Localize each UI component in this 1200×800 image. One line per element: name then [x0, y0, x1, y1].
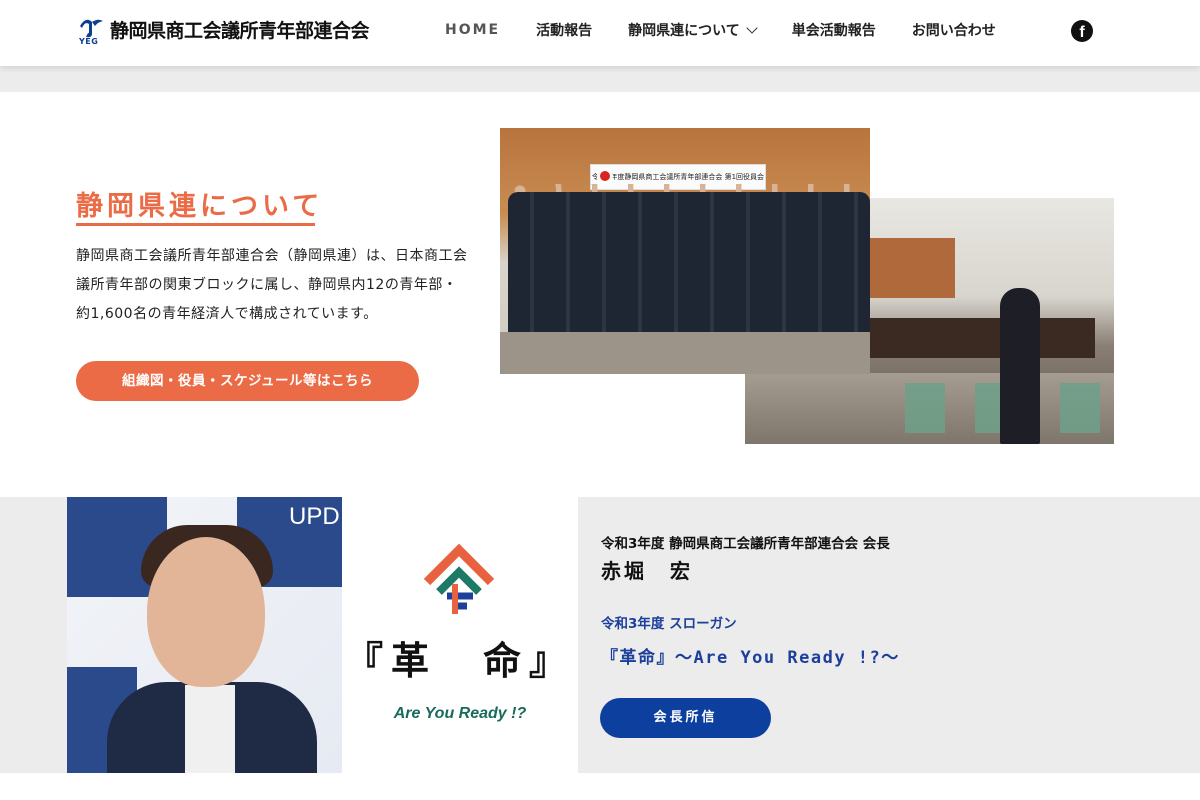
- main-nav: HOME 活動報告 静岡県連について 単会活動報告 お問い合わせ: [445, 20, 1032, 40]
- about-title: 静岡県連について: [76, 191, 324, 222]
- chairman-role: 令和3年度 静岡県商工会議所青年部連合会 会長: [601, 536, 890, 552]
- logo-yeg-text: YEG: [79, 37, 99, 46]
- organization-details-button[interactable]: 組織図・役員・スケジュール等はこちら: [76, 361, 419, 401]
- site-header: YEG 静岡県商工会議所青年部連合会 HOME 活動報告 静岡県連について 単会…: [0, 0, 1200, 66]
- next-section-edge: [0, 773, 1200, 800]
- site-logo[interactable]: YEG 静岡県商工会議所青年部連合会: [78, 16, 370, 47]
- nav-about-label: 静岡県連について: [628, 23, 740, 39]
- kakumei-subtitle: Are You Ready !?: [393, 705, 527, 722]
- group-photo: 令和3年度静岡県商工会議所青年部連合会 第1回役員会: [500, 128, 870, 374]
- site-title: 静岡県商工会議所青年部連合会: [110, 19, 370, 42]
- chairman-policy-button[interactable]: 会長所信: [600, 698, 771, 738]
- nav-home[interactable]: HOME: [445, 22, 500, 38]
- kakumei-title: 『革 命』: [344, 638, 575, 683]
- chevron-down-icon: [746, 21, 758, 34]
- about-description: 静岡県商工会議所青年部連合会（静岡県連）は、日本商工会議所青年部の関東ブロックに…: [76, 248, 468, 322]
- nav-contact[interactable]: お問い合わせ: [912, 20, 996, 40]
- facebook-icon[interactable]: f: [1071, 20, 1093, 42]
- slogan-text: 『革命』〜Are You Ready !?〜: [601, 648, 900, 668]
- nav-local-report[interactable]: 単会活動報告: [792, 20, 876, 40]
- chairman-photo: UPD: [67, 497, 342, 773]
- yeg-logo-icon: YEG: [78, 16, 104, 46]
- nav-about-dropdown[interactable]: 静岡県連について: [628, 20, 758, 40]
- header-divider-band: [0, 66, 1200, 92]
- slogan-label: 令和3年度 スローガン: [601, 616, 737, 632]
- japan-flag-icon: [597, 168, 613, 184]
- about-title-underline: [76, 223, 315, 226]
- photo-backdrop-sign: UPD: [289, 503, 340, 530]
- chairman-name: 赤堀 宏: [601, 559, 693, 583]
- nav-activity-report[interactable]: 活動報告: [536, 20, 592, 40]
- kakumei-logo-icon: [417, 540, 501, 628]
